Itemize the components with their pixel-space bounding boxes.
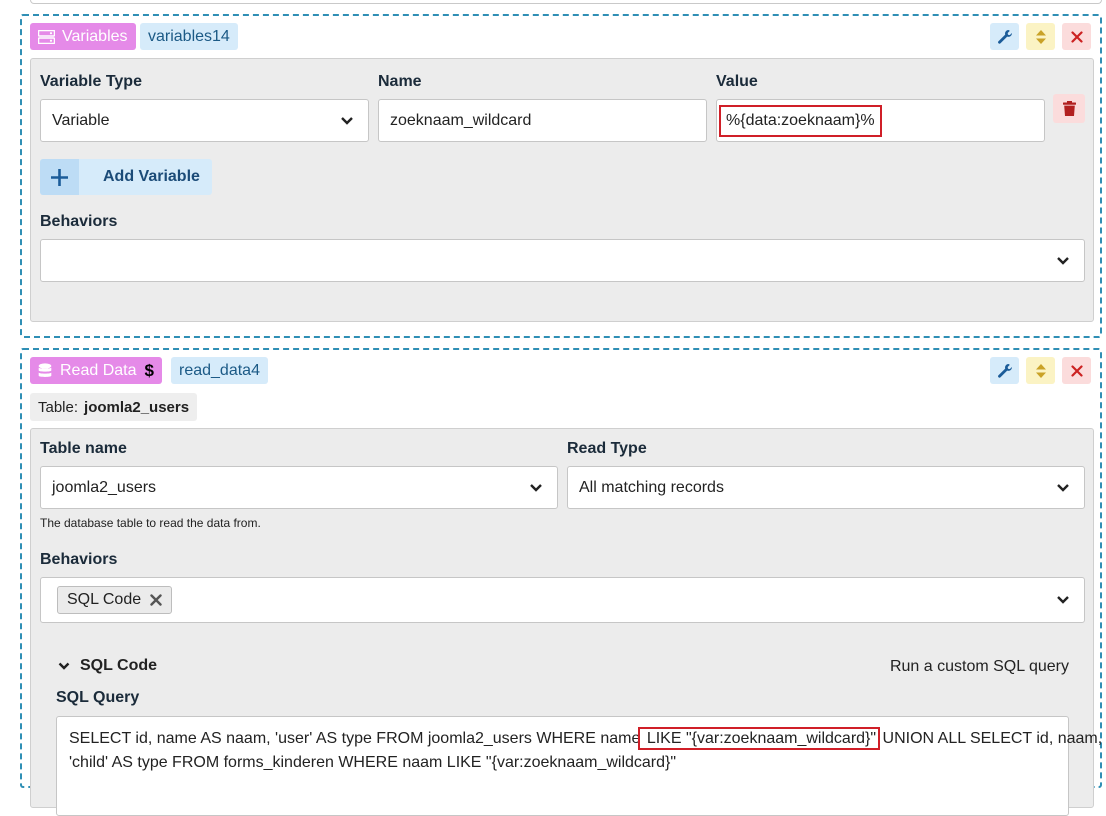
sql-section-description: Run a custom SQL query [889, 658, 1069, 675]
variable-type-select[interactable]: Variable [40, 99, 369, 142]
block-id-tag: variables14 [140, 23, 238, 50]
add-variable-label: Add Variable [103, 168, 200, 185]
table-tag: Table: joomla2_users [30, 393, 198, 421]
variable-type-value: Variable [52, 111, 110, 129]
remove-block-button[interactable] [1062, 23, 1091, 50]
sql-line-1: SELECT id, name AS naam, 'user' AS type … [69, 727, 1103, 750]
database-icon [38, 362, 52, 377]
sql-section-toggle[interactable]: SQL Code [58, 657, 157, 675]
block-type-label: Variables [62, 27, 128, 45]
block-type-label: Read Data [60, 361, 137, 379]
block-type-tag: Variables [30, 23, 136, 50]
sql-highlight: LIKE "{var:zoeknaam_wildcard}" [638, 727, 881, 750]
read-type-value: All matching records [579, 478, 724, 496]
wrench-icon [997, 29, 1012, 44]
settings-button[interactable] [990, 357, 1019, 384]
sort-icon [1035, 363, 1046, 378]
sql-line-2: 'child' AS type FROM forms_kinderen WHER… [69, 754, 677, 771]
table-name-select[interactable]: joomla2_users [40, 466, 558, 509]
server-icon [38, 29, 55, 44]
chevron-down-icon [1057, 483, 1069, 492]
behaviors-select[interactable]: SQL Code [40, 577, 1085, 623]
variables-block: Variables variables14 Variable Type Name… [20, 14, 1102, 338]
read-data-block: Read Data $ read_data4 Table: joomla2_us… [20, 348, 1102, 816]
chevron-down-icon [58, 662, 70, 670]
chevron-down-icon [341, 116, 353, 125]
close-icon [1070, 364, 1083, 377]
read-type-select[interactable]: All matching records [567, 466, 1085, 509]
settings-button[interactable] [990, 23, 1019, 50]
table-name-label: Table name [40, 440, 127, 457]
behaviors-select[interactable] [40, 239, 1085, 282]
trash-icon [1062, 100, 1076, 116]
wrench-icon [997, 363, 1012, 378]
chevron-down-icon [530, 483, 542, 492]
move-button[interactable] [1026, 23, 1055, 50]
close-icon [1070, 30, 1083, 43]
read-type-label: Read Type [567, 440, 647, 457]
variable-name-input[interactable]: zoeknaam_wildcard [378, 99, 707, 142]
table-tag-value: joomla2_users [84, 398, 190, 416]
block-id-tag: read_data4 [171, 357, 268, 384]
behaviors-label: Behaviors [40, 213, 118, 230]
delete-variable-button[interactable] [1053, 94, 1085, 123]
variables-panel: Variable Type Name Value Variable zoekna… [30, 58, 1094, 322]
dollar-icon: $ [144, 360, 154, 380]
sql-query-label: SQL Query [56, 689, 140, 706]
table-name-value: joomla2_users [52, 478, 157, 496]
previous-block-edge [30, 0, 1102, 4]
chevron-down-icon [1057, 256, 1069, 265]
sql-section-title: SQL Code [80, 657, 158, 674]
variable-value-input[interactable]: %{data:zoeknaam}% [716, 99, 1045, 142]
sort-icon [1035, 29, 1046, 44]
behaviors-label: Behaviors [40, 551, 118, 568]
chevron-down-icon [1057, 596, 1069, 604]
remove-block-button[interactable] [1062, 357, 1091, 384]
remove-chip-icon[interactable] [150, 594, 162, 606]
plus-icon [51, 168, 68, 186]
table-name-hint: The database table to read the data from… [40, 516, 261, 530]
name-label: Name [378, 73, 422, 90]
add-variable-button[interactable]: Add Variable [40, 159, 212, 195]
block-type-tag: Read Data $ [30, 357, 162, 384]
variable-type-label: Variable Type [40, 73, 142, 90]
variable-name-value: zoeknaam_wildcard [390, 111, 532, 129]
value-label: Value [716, 73, 758, 90]
behavior-chip[interactable]: SQL Code [57, 586, 173, 614]
sql-query-textarea[interactable]: SELECT id, name AS naam, 'user' AS type … [56, 716, 1103, 816]
behavior-chip-label: SQL Code [67, 591, 142, 608]
read-data-panel: Table name Read Type joomla2_users All m… [30, 428, 1102, 816]
variable-value-text: %{data:zoeknaam}% [719, 104, 882, 137]
table-tag-prefix: Table: [38, 398, 79, 416]
move-button[interactable] [1026, 357, 1055, 384]
